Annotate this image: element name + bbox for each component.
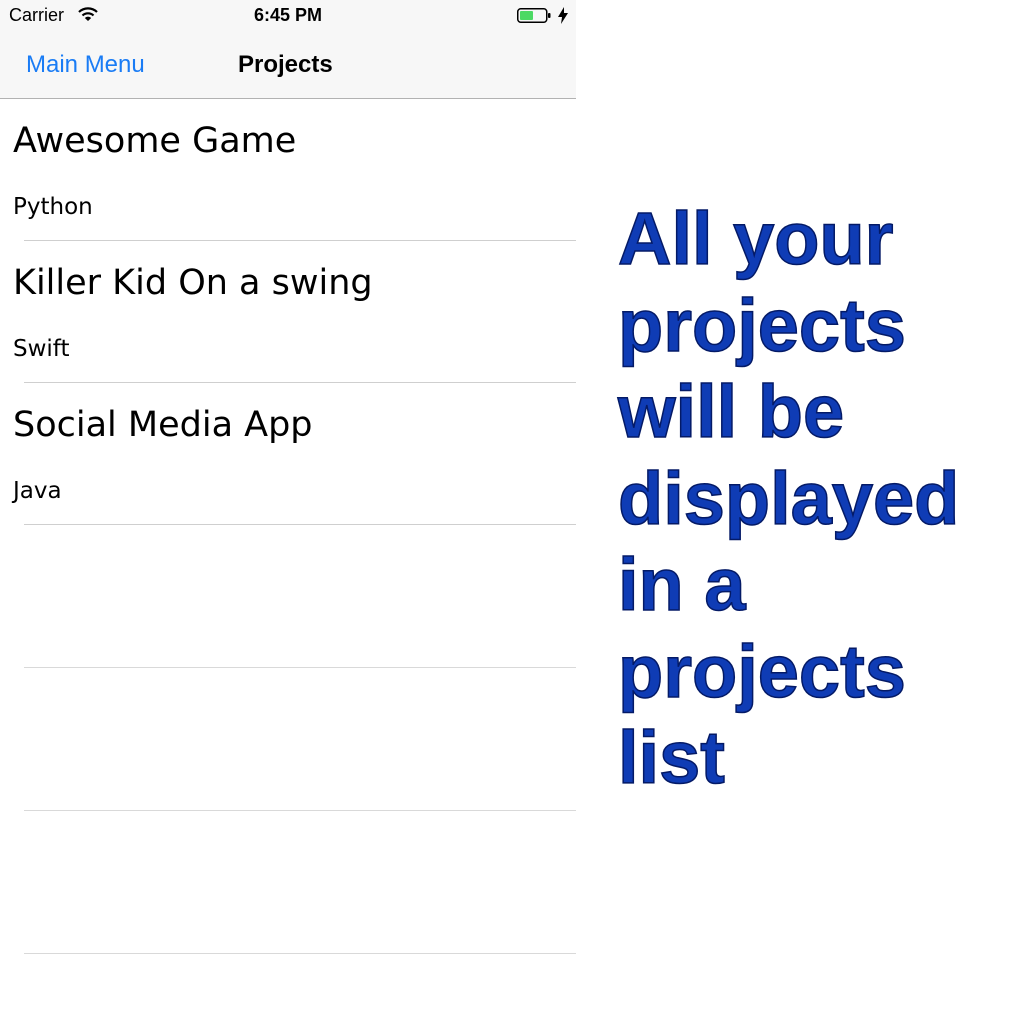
- empty-row: [0, 525, 576, 668]
- navigation-bar: Main Menu Projects: [0, 32, 576, 99]
- caption-line: displayed: [617, 456, 960, 540]
- project-row-0[interactable]: Awesome Game Python: [0, 99, 576, 241]
- caption-line: projects: [617, 629, 906, 713]
- caption-line: projects: [617, 283, 906, 367]
- row-separator: [24, 953, 576, 954]
- project-name: Killer Kid On a swing: [13, 263, 373, 303]
- main-menu-back-button[interactable]: Main Menu: [26, 51, 145, 79]
- project-language: Java: [13, 478, 62, 504]
- phone-screen: Carrier 6:45 PM Main Menu Projects Aweso…: [0, 0, 576, 1024]
- charging-bolt-icon: [558, 7, 568, 24]
- project-language: Swift: [13, 336, 70, 362]
- project-name: Awesome Game: [13, 121, 297, 161]
- caption-line: list: [617, 715, 725, 799]
- caption-line: All your: [617, 196, 894, 280]
- battery-icon: [517, 8, 551, 23]
- status-bar: Carrier 6:45 PM: [0, 0, 576, 32]
- caption-line: will be: [617, 369, 845, 453]
- project-name: Social Media App: [13, 405, 313, 445]
- empty-row: [0, 668, 576, 811]
- project-language: Python: [13, 194, 93, 220]
- caption-line: in a: [617, 542, 746, 626]
- status-time: 6:45 PM: [253, 5, 323, 25]
- project-row-2[interactable]: Social Media App Java: [0, 383, 576, 525]
- promo-caption: All your projects will be displayed in a…: [617, 196, 1018, 802]
- projects-list[interactable]: Awesome Game Python Killer Kid On a swin…: [0, 99, 576, 954]
- project-row-1[interactable]: Killer Kid On a swing Swift: [0, 241, 576, 383]
- empty-row: [0, 811, 576, 954]
- page-title: Projects: [238, 51, 333, 78]
